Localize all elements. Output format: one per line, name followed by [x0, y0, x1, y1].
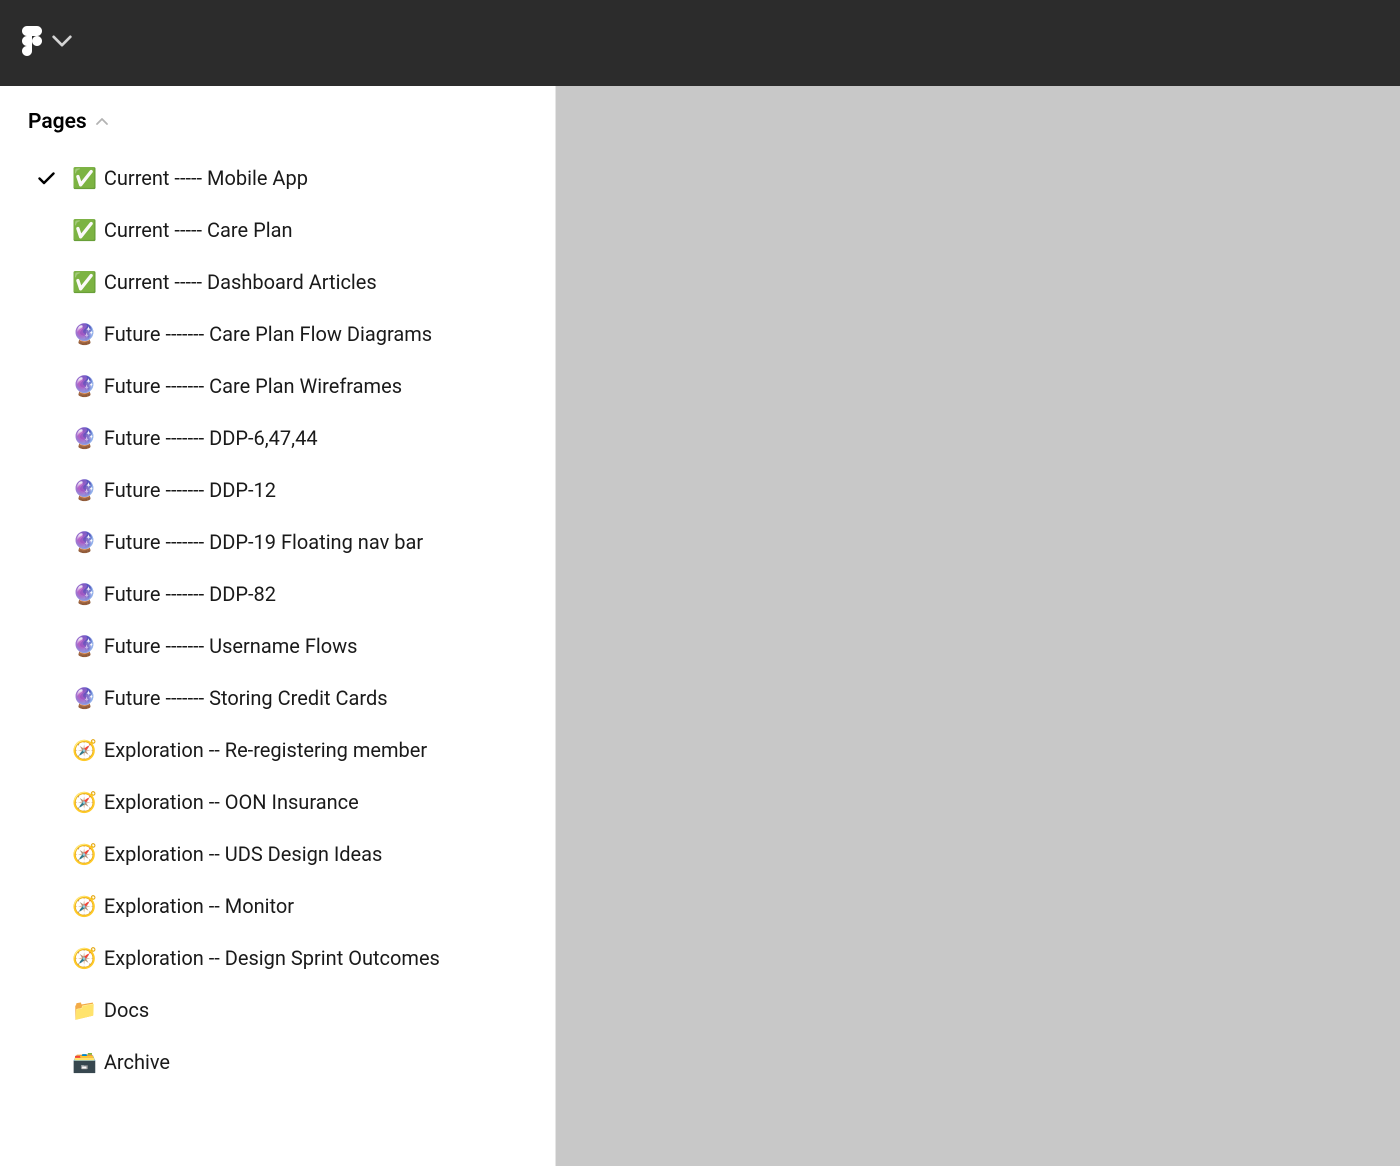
page-emoji-icon: ✅: [72, 270, 97, 294]
page-item[interactable]: 🔮 Future ------- Care Plan Wireframes: [0, 360, 555, 412]
page-item-label: 🔮 Future ------- DDP-82: [72, 582, 543, 606]
page-emoji-icon: 🔮: [72, 478, 97, 502]
page-emoji-icon: 🔮: [72, 530, 97, 554]
top-toolbar: [0, 0, 1400, 86]
pages-list: ✅ Current ----- Mobile App ✅ Current ----…: [0, 152, 555, 1088]
page-emoji-icon: 📁: [72, 998, 97, 1022]
page-item-label: 🔮 Future ------- Care Plan Flow Diagrams: [72, 322, 543, 346]
page-item[interactable]: 📁 Docs: [0, 984, 555, 1036]
page-item-label: 🧭 Exploration -- Design Sprint Outcomes: [72, 946, 543, 970]
page-item-label: 🔮 Future ------- Care Plan Wireframes: [72, 374, 543, 398]
page-item[interactable]: 🧭 Exploration -- Design Sprint Outcomes: [0, 932, 555, 984]
main-menu-button[interactable]: [22, 26, 72, 60]
chevron-up-icon: [95, 117, 109, 127]
page-item-label: 🔮 Future ------- DDP-12: [72, 478, 543, 502]
page-emoji-icon: 🧭: [72, 894, 97, 918]
page-emoji-icon: 🔮: [72, 374, 97, 398]
page-emoji-icon: 🔮: [72, 426, 97, 450]
page-item-label: 🧭 Exploration -- Monitor: [72, 894, 543, 918]
page-item[interactable]: 🔮 Future ------- Care Plan Flow Diagrams: [0, 308, 555, 360]
main-area: Pages ✅ Current ----- Mobile App✅ Curren…: [0, 86, 1400, 1166]
page-emoji-icon: 🔮: [72, 322, 97, 346]
selected-page-indicator: [36, 172, 56, 185]
page-item-label: ✅ Current ----- Dashboard Articles: [72, 270, 543, 294]
pages-panel-header[interactable]: Pages: [0, 100, 555, 152]
page-item[interactable]: 🧭 Exploration -- Re-registering member: [0, 724, 555, 776]
page-emoji-icon: 🧭: [72, 946, 97, 970]
page-item[interactable]: ✅ Current ----- Mobile App: [0, 152, 555, 204]
page-emoji-icon: 🔮: [72, 686, 97, 710]
page-emoji-icon: 🧭: [72, 842, 97, 866]
chevron-down-icon: [52, 26, 72, 60]
page-item[interactable]: 🔮 Future ------- DDP-6,47,44: [0, 412, 555, 464]
page-emoji-icon: 🔮: [72, 634, 97, 658]
page-emoji-icon: 🗃️: [72, 1050, 97, 1074]
page-item[interactable]: 🔮 Future ------- Username Flows: [0, 620, 555, 672]
page-item-label: 🔮 Future ------- DDP-19 Floating nav bar: [72, 530, 543, 554]
page-item[interactable]: 🧭 Exploration -- OON Insurance: [0, 776, 555, 828]
page-item[interactable]: 🗃️ Archive: [0, 1036, 555, 1088]
page-emoji-icon: 🔮: [72, 582, 97, 606]
page-item-label: 🧭 Exploration -- Re-registering member: [72, 738, 543, 762]
page-item[interactable]: ✅ Current ----- Dashboard Articles: [0, 256, 555, 308]
page-item-label: 🔮 Future ------- Username Flows: [72, 634, 543, 658]
page-item[interactable]: 🔮 Future ------- DDP-19 Floating nav bar: [0, 516, 555, 568]
page-item[interactable]: 🔮 Future ------- Storing Credit Cards: [0, 672, 555, 724]
left-sidebar: Pages ✅ Current ----- Mobile App✅ Curren…: [0, 86, 556, 1166]
page-item[interactable]: 🧭 Exploration -- UDS Design Ideas: [0, 828, 555, 880]
page-emoji-icon: ✅: [72, 218, 97, 242]
page-item-label: 🧭 Exploration -- OON Insurance: [72, 790, 543, 814]
page-item-label: ✅ Current ----- Mobile App: [72, 166, 543, 190]
page-item-label: 🔮 Future ------- DDP-6,47,44: [72, 426, 543, 450]
page-item-label: 🧭 Exploration -- UDS Design Ideas: [72, 842, 543, 866]
page-emoji-icon: ✅: [72, 166, 97, 190]
page-item[interactable]: 🔮 Future ------- DDP-12: [0, 464, 555, 516]
pages-panel-title: Pages: [28, 110, 87, 134]
page-item-label: 🔮 Future ------- Storing Credit Cards: [72, 686, 543, 710]
figma-logo-icon: [22, 26, 42, 60]
page-item[interactable]: 🧭 Exploration -- Monitor: [0, 880, 555, 932]
page-item-label: 🗃️ Archive: [72, 1050, 543, 1074]
page-item-label: 📁 Docs: [72, 998, 543, 1022]
page-item[interactable]: ✅ Current ----- Care Plan: [0, 204, 555, 256]
page-item-label: ✅ Current ----- Care Plan: [72, 218, 543, 242]
page-emoji-icon: 🧭: [72, 790, 97, 814]
page-emoji-icon: 🧭: [72, 738, 97, 762]
canvas-area[interactable]: [556, 86, 1400, 1166]
page-item[interactable]: 🔮 Future ------- DDP-82: [0, 568, 555, 620]
